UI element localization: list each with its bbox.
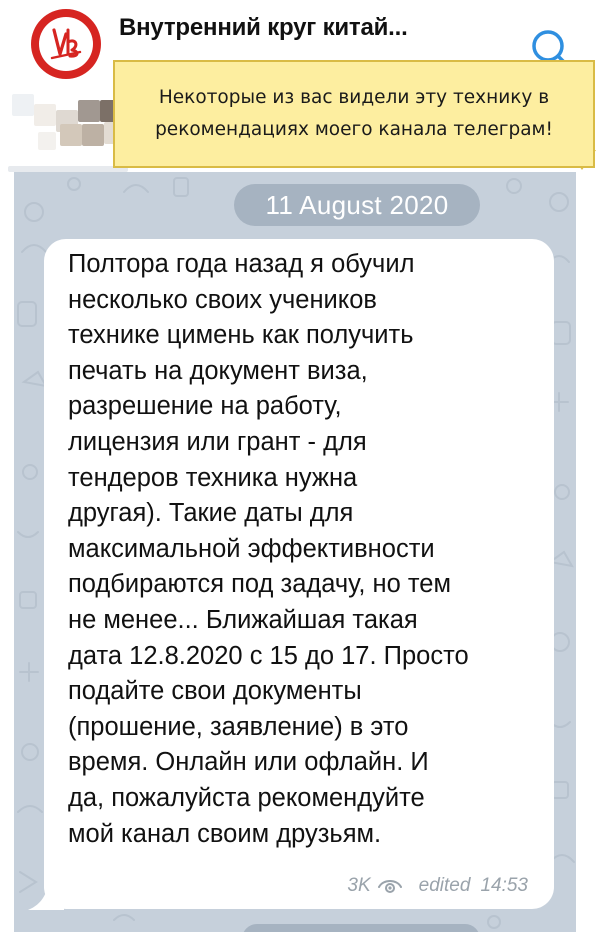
promo-note-text: Некоторые из вас видели эту технику в ре…: [155, 87, 553, 140]
views-count: 3K: [347, 875, 371, 896]
edited-label: edited: [418, 875, 471, 896]
eye-icon: [377, 880, 402, 893]
channel-logo-icon: [39, 17, 93, 71]
promo-note: Некоторые из вас видели эту технику в ре…: [113, 60, 595, 168]
date-separator: 11 August 2020: [234, 184, 480, 226]
message-bubble[interactable]: Полтора года назад я обучил несколько св…: [44, 239, 554, 909]
channel-title[interactable]: Внутренний круг китай...: [119, 14, 408, 42]
channel-avatar[interactable]: [31, 9, 101, 79]
chat-area[interactable]: 11 August 2020 Полтора года назад я обуч…: [14, 172, 576, 932]
message-time: 14:53: [480, 875, 528, 896]
next-date-separator: [242, 924, 480, 932]
message-text: Полтора года назад я обучил несколько св…: [68, 250, 469, 848]
note-tail-fill: [571, 148, 593, 165]
message-meta: 3K edited 14:53: [347, 875, 528, 897]
